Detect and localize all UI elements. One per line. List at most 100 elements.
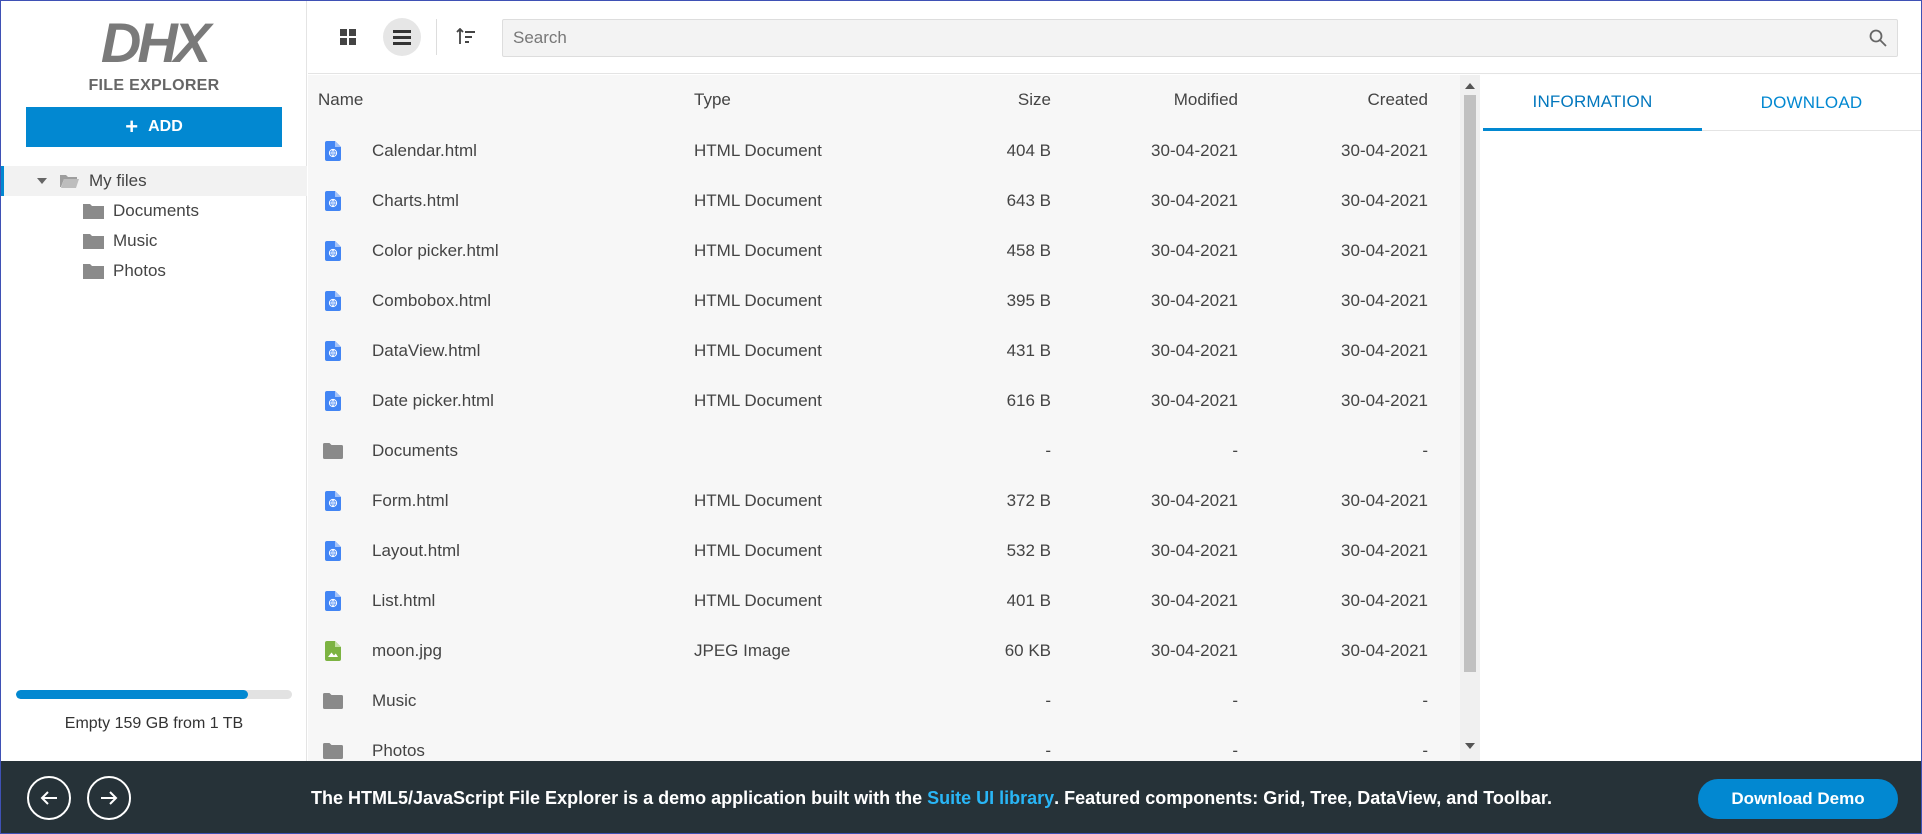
- table-row[interactable]: Photos - - -: [308, 726, 1460, 761]
- cell-modified: 30-04-2021: [1151, 341, 1238, 360]
- logo-subtitle: FILE EXPLORER: [88, 77, 220, 94]
- file-name: Combobox.html: [372, 291, 492, 310]
- html-file-icon: [323, 340, 343, 362]
- add-button[interactable]: + ADD: [26, 107, 282, 147]
- cell-size: 372 B: [1006, 491, 1051, 510]
- scroll-down-arrow[interactable]: [1465, 743, 1475, 749]
- tree-item-music[interactable]: Music: [1, 226, 307, 256]
- plus-icon: +: [125, 114, 139, 139]
- tree-item-photos[interactable]: Photos: [1, 256, 307, 286]
- cell-size: 458 B: [1006, 241, 1051, 260]
- cell-created: -: [1422, 691, 1428, 710]
- folder-icon: [323, 440, 343, 462]
- search-icon[interactable]: [1869, 29, 1887, 47]
- table-row[interactable]: Music - - -: [308, 676, 1460, 726]
- cell-size: -: [1045, 441, 1051, 460]
- cell-created: -: [1422, 441, 1428, 460]
- file-name: Photos: [372, 741, 425, 760]
- file-grid: Name Type Size Modified Created Calendar…: [308, 75, 1480, 761]
- cell-size: 643 B: [1006, 191, 1051, 210]
- cell-created: 30-04-2021: [1341, 491, 1428, 510]
- file-name: Charts.html: [372, 191, 459, 210]
- cell-type: [694, 726, 934, 761]
- table-row[interactable]: Form.html HTML Document 372 B 30-04-2021 30-…: [308, 476, 1460, 526]
- cell-modified: 30-04-2021: [1151, 491, 1238, 510]
- cell-created: 30-04-2021: [1341, 191, 1428, 210]
- chevron-down-icon[interactable]: [37, 178, 47, 184]
- cell-size: 616 B: [1006, 391, 1051, 410]
- storage-text: Empty 159 GB from 1 TB: [64, 715, 244, 732]
- cell-name: Combobox.html: [323, 276, 683, 326]
- tab-download[interactable]: DOWNLOAD: [1702, 75, 1921, 131]
- table-row[interactable]: List.html HTML Document 401 B 30-04-2021 30-…: [308, 576, 1460, 626]
- folder-open-icon: [59, 173, 80, 189]
- search-input[interactable]: [503, 20, 1897, 56]
- folder-tree: My files Documents Music Photos: [1, 166, 307, 286]
- html-file-icon: [323, 140, 343, 162]
- html-file-icon: [323, 190, 343, 212]
- download-demo-button[interactable]: Download Demo: [1698, 779, 1898, 819]
- cell-modified: 30-04-2021: [1151, 141, 1238, 160]
- scroll-up-arrow[interactable]: [1465, 83, 1475, 89]
- file-name: Documents: [372, 441, 458, 460]
- vertical-scrollbar[interactable]: [1460, 75, 1480, 761]
- arrow-right-icon: [101, 791, 118, 805]
- footer-text-after: . Featured components: Grid, Tree, DataV…: [1054, 787, 1552, 808]
- file-name: DataView.html: [372, 341, 481, 360]
- list-view-button[interactable]: [383, 18, 421, 56]
- table-row[interactable]: Date picker.html HTML Document 616 B 30-04-…: [308, 376, 1460, 426]
- tree-item-my-files[interactable]: My files: [1, 166, 307, 196]
- file-name: Calendar.html: [372, 141, 477, 160]
- tree-item-documents[interactable]: Documents: [1, 196, 307, 226]
- cell-size: 404 B: [1006, 141, 1051, 160]
- cell-modified: 30-04-2021: [1151, 641, 1238, 660]
- cell-modified: 30-04-2021: [1151, 191, 1238, 210]
- table-row[interactable]: Combobox.html HTML Document 395 B 30-04-202…: [308, 276, 1460, 326]
- table-row[interactable]: Calendar.html HTML Document 404 B 30-04-202…: [308, 126, 1460, 176]
- grid-view-button[interactable]: [329, 18, 367, 56]
- column-header-name[interactable]: Name: [318, 75, 678, 125]
- table-row[interactable]: Color picker.html HTML Document 458 B 30-04…: [308, 226, 1460, 276]
- cell-type: HTML Document: [694, 541, 822, 560]
- cell-created: -: [1422, 741, 1428, 760]
- sort-icon: [456, 28, 475, 44]
- details-panel: INFORMATION DOWNLOAD: [1483, 75, 1921, 761]
- file-name: moon.jpg: [372, 641, 442, 660]
- html-file-icon: [323, 240, 343, 262]
- table-row[interactable]: moon.jpg JPEG Image 60 KB 30-04-2021 30-04-2…: [308, 626, 1460, 676]
- cell-modified: 30-04-2021: [1151, 591, 1238, 610]
- column-header-size[interactable]: Size: [948, 75, 1051, 125]
- cell-name: List.html: [323, 576, 683, 626]
- cell-name: Calendar.html: [323, 126, 683, 176]
- table-row[interactable]: Documents - - -: [308, 426, 1460, 476]
- tab-information[interactable]: INFORMATION: [1483, 75, 1702, 131]
- back-button[interactable]: [27, 776, 71, 820]
- cell-size: -: [1045, 691, 1051, 710]
- folder-icon: [83, 233, 104, 249]
- cell-type: HTML Document: [694, 391, 822, 410]
- column-header-type[interactable]: Type: [694, 75, 934, 125]
- list-view-icon: [393, 29, 411, 45]
- suite-ui-link[interactable]: Suite UI library: [927, 788, 1054, 809]
- cell-modified: 30-04-2021: [1151, 241, 1238, 260]
- table-row[interactable]: DataView.html HTML Document 431 B 30-04-202…: [308, 326, 1460, 376]
- html-file-icon: [323, 590, 343, 612]
- forward-button[interactable]: [87, 776, 131, 820]
- logo-mark: DHX: [100, 11, 211, 74]
- cell-created: 30-04-2021: [1341, 391, 1428, 410]
- column-header-created[interactable]: Created: [1258, 75, 1428, 125]
- image-file-icon: [323, 640, 343, 662]
- table-row[interactable]: Layout.html HTML Document 532 B 30-04-2021 3…: [308, 526, 1460, 576]
- column-header-modified[interactable]: Modified: [1068, 75, 1238, 125]
- storage-indicator: Empty 159 GB from 1 TB: [16, 690, 292, 733]
- cell-name: Photos: [323, 726, 683, 761]
- cell-created: 30-04-2021: [1341, 591, 1428, 610]
- scrollbar-thumb[interactable]: [1464, 95, 1476, 672]
- table-row[interactable]: Charts.html HTML Document 643 B 30-04-2021 3…: [308, 176, 1460, 226]
- cell-modified: -: [1232, 691, 1238, 710]
- folder-icon: [83, 203, 104, 219]
- cell-type: HTML Document: [694, 591, 822, 610]
- sort-button[interactable]: [447, 18, 485, 56]
- grid-view-icon: [340, 29, 356, 45]
- cell-type: [694, 426, 934, 476]
